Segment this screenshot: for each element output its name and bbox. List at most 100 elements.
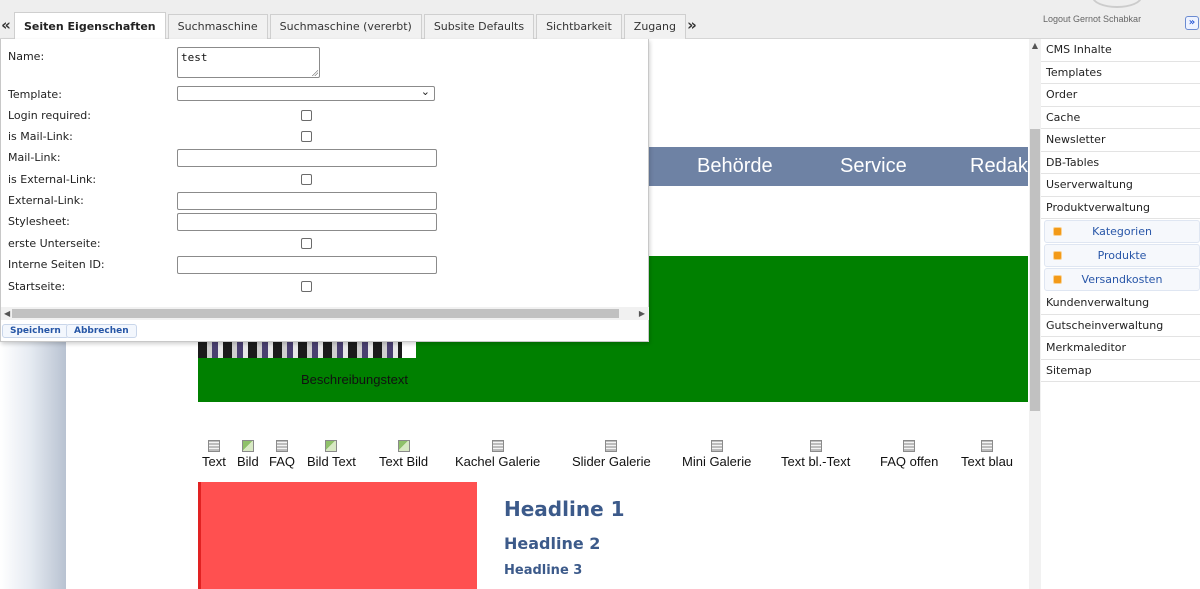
row-name: Name: test: [1, 47, 649, 87]
mini-gallery-widget-icon: [710, 440, 723, 452]
logout-link[interactable]: Logout Gernot Schabkar: [1043, 14, 1141, 24]
tab-suchmaschine-vererbt[interactable]: Suchmaschine (vererbt): [269, 14, 422, 39]
tabs-scroll-right-icon[interactable]: »: [686, 12, 698, 39]
collapse-sidebar-icon[interactable]: »: [1185, 16, 1199, 30]
tab-bar: « Seiten Eigenschaften Suchmaschine Such…: [0, 12, 698, 39]
is-external-link-checkbox[interactable]: [301, 174, 312, 185]
erste-unterseite-label: erste Unterseite:: [8, 237, 101, 250]
widget-slider-galerie[interactable]: Slider Galerie: [572, 440, 651, 469]
preview-vertical-scrollbar[interactable]: ▲: [1029, 39, 1041, 589]
dialog-horizontal-scrollbar[interactable]: ◀ ▶: [1, 307, 649, 320]
logo-icon: [1092, 0, 1142, 8]
tab-subsite-defaults[interactable]: Subsite Defaults: [423, 14, 535, 39]
scroll-right-icon[interactable]: ▶: [639, 307, 645, 320]
interne-seiten-id-input[interactable]: [177, 256, 437, 274]
bullet-icon: [1054, 228, 1061, 235]
sidebar-subitem-versandkosten[interactable]: Versandkosten: [1044, 268, 1200, 291]
widget-bild-text[interactable]: Bild Text: [307, 440, 356, 469]
row-erste-unterseite: erste Unterseite:: [1, 234, 649, 255]
sidebar-item-order[interactable]: Order: [1041, 84, 1200, 107]
mail-link-input[interactable]: [177, 149, 437, 167]
sidebar-item-db-tables[interactable]: DB-Tables: [1041, 152, 1200, 174]
preview-nav-behoerde[interactable]: Behörde: [697, 155, 773, 178]
cancel-button[interactable]: Abbrechen: [66, 324, 137, 338]
text-widget-icon: [207, 440, 220, 452]
resize-grip-icon[interactable]: [311, 69, 318, 76]
widget-kachel-galerie[interactable]: Kachel Galerie: [455, 440, 540, 469]
stylesheet-input[interactable]: [177, 213, 437, 231]
widget-palette: Text Bild FAQ Bild Text Text Bild Kachel…: [0, 440, 1028, 476]
row-is-external-link: is External-Link:: [1, 170, 649, 191]
tile-gallery-widget-icon: [491, 440, 504, 452]
top-bar: « Seiten Eigenschaften Suchmaschine Such…: [0, 0, 1200, 39]
tab-zugang[interactable]: Zugang: [623, 14, 686, 39]
preview-headline-3: Headline 3: [504, 563, 583, 578]
mail-link-label: Mail-Link:: [8, 151, 61, 164]
sidebar-item-cms-inhalte[interactable]: CMS Inhalte: [1041, 39, 1200, 62]
preview-nav-service[interactable]: Service: [840, 155, 907, 178]
scroll-up-icon[interactable]: ▲: [1029, 41, 1041, 50]
widget-text[interactable]: Text: [202, 440, 226, 469]
startseite-label: Startseite:: [8, 280, 66, 293]
widget-faq[interactable]: FAQ: [269, 440, 295, 469]
sidebar-item-newsletter[interactable]: Newsletter: [1041, 129, 1200, 152]
widget-mini-galerie[interactable]: Mini Galerie: [682, 440, 751, 469]
scrollbar-thumb[interactable]: [1030, 129, 1040, 411]
sidebar-subitem-kategorien[interactable]: Kategorien: [1044, 220, 1200, 243]
external-link-input[interactable]: [177, 192, 437, 210]
preview-nav-redaktion[interactable]: Redakt: [970, 155, 1028, 178]
preview-description: Beschreibungstext: [301, 372, 408, 387]
save-button[interactable]: Speichern: [2, 324, 69, 338]
erste-unterseite-checkbox[interactable]: [301, 238, 312, 249]
bullet-icon: [1054, 276, 1061, 283]
template-label: Template:: [8, 88, 62, 101]
external-link-label: External-Link:: [8, 194, 84, 207]
widget-text-bild[interactable]: Text Bild: [379, 440, 428, 469]
row-template: Template: ⌄: [1, 85, 649, 106]
preview-headline-2: Headline 2: [504, 534, 601, 553]
name-label: Name:: [8, 50, 45, 63]
sidebar-item-produktverwaltung[interactable]: Produktverwaltung: [1041, 197, 1200, 219]
row-is-mail-link: is Mail-Link:: [1, 127, 649, 148]
faq-open-widget-icon: [903, 440, 916, 452]
is-external-link-label: is External-Link:: [8, 173, 97, 186]
name-textarea[interactable]: test: [177, 47, 320, 78]
tab-suchmaschine[interactable]: Suchmaschine: [167, 14, 268, 39]
widget-text-blau[interactable]: Text blau: [961, 440, 1013, 469]
login-required-label: Login required:: [8, 109, 91, 122]
sidebar-item-kundenverwaltung[interactable]: Kundenverwaltung: [1041, 292, 1200, 315]
stylesheet-label: Stylesheet:: [8, 215, 70, 228]
widget-bild[interactable]: Bild: [237, 440, 259, 469]
login-required-checkbox[interactable]: [301, 110, 312, 121]
scrollbar-thumb[interactable]: [12, 309, 619, 318]
is-mail-link-label: is Mail-Link:: [8, 130, 73, 143]
sidebar-item-merkmaleditor[interactable]: Merkmaleditor: [1041, 337, 1200, 360]
row-login-required: Login required:: [1, 106, 649, 127]
row-stylesheet: Stylesheet:: [1, 212, 649, 233]
widget-faq-offen[interactable]: FAQ offen: [880, 440, 938, 469]
sidebar-item-sitemap[interactable]: Sitemap: [1041, 360, 1200, 382]
row-mail-link: Mail-Link:: [1, 148, 649, 169]
sidebar-item-gutscheinverwaltung[interactable]: Gutscheinverwaltung: [1041, 315, 1200, 337]
preview-headline-1: Headline 1: [504, 497, 625, 521]
image-widget-icon: [241, 440, 254, 452]
row-startseite: Startseite:: [1, 277, 649, 298]
tab-seiten-eigenschaften[interactable]: Seiten Eigenschaften: [14, 12, 166, 39]
startseite-checkbox[interactable]: [301, 281, 312, 292]
template-select[interactable]: ⌄: [177, 85, 435, 101]
scroll-left-icon[interactable]: ◀: [4, 307, 10, 320]
sidebar-subitem-produkte[interactable]: Produkte: [1044, 244, 1200, 267]
sidebar-item-cache[interactable]: Cache: [1041, 107, 1200, 129]
sidebar-item-userverwaltung[interactable]: Userverwaltung: [1041, 174, 1200, 197]
is-mail-link-checkbox[interactable]: [301, 131, 312, 142]
tab-sichtbarkeit[interactable]: Sichtbarkeit: [536, 14, 622, 39]
interne-seiten-id-label: Interne Seiten ID:: [8, 258, 105, 271]
text-blue-widget-icon: [981, 440, 994, 452]
row-external-link: External-Link:: [1, 191, 649, 212]
faq-widget-icon: [276, 440, 288, 452]
text-block-text-widget-icon: [809, 440, 822, 452]
image-text-widget-icon: [325, 440, 338, 452]
sidebar-item-templates[interactable]: Templates: [1041, 62, 1200, 84]
widget-text-bl-text[interactable]: Text bl.-Text: [781, 440, 850, 469]
tabs-scroll-left-icon[interactable]: «: [0, 12, 12, 39]
